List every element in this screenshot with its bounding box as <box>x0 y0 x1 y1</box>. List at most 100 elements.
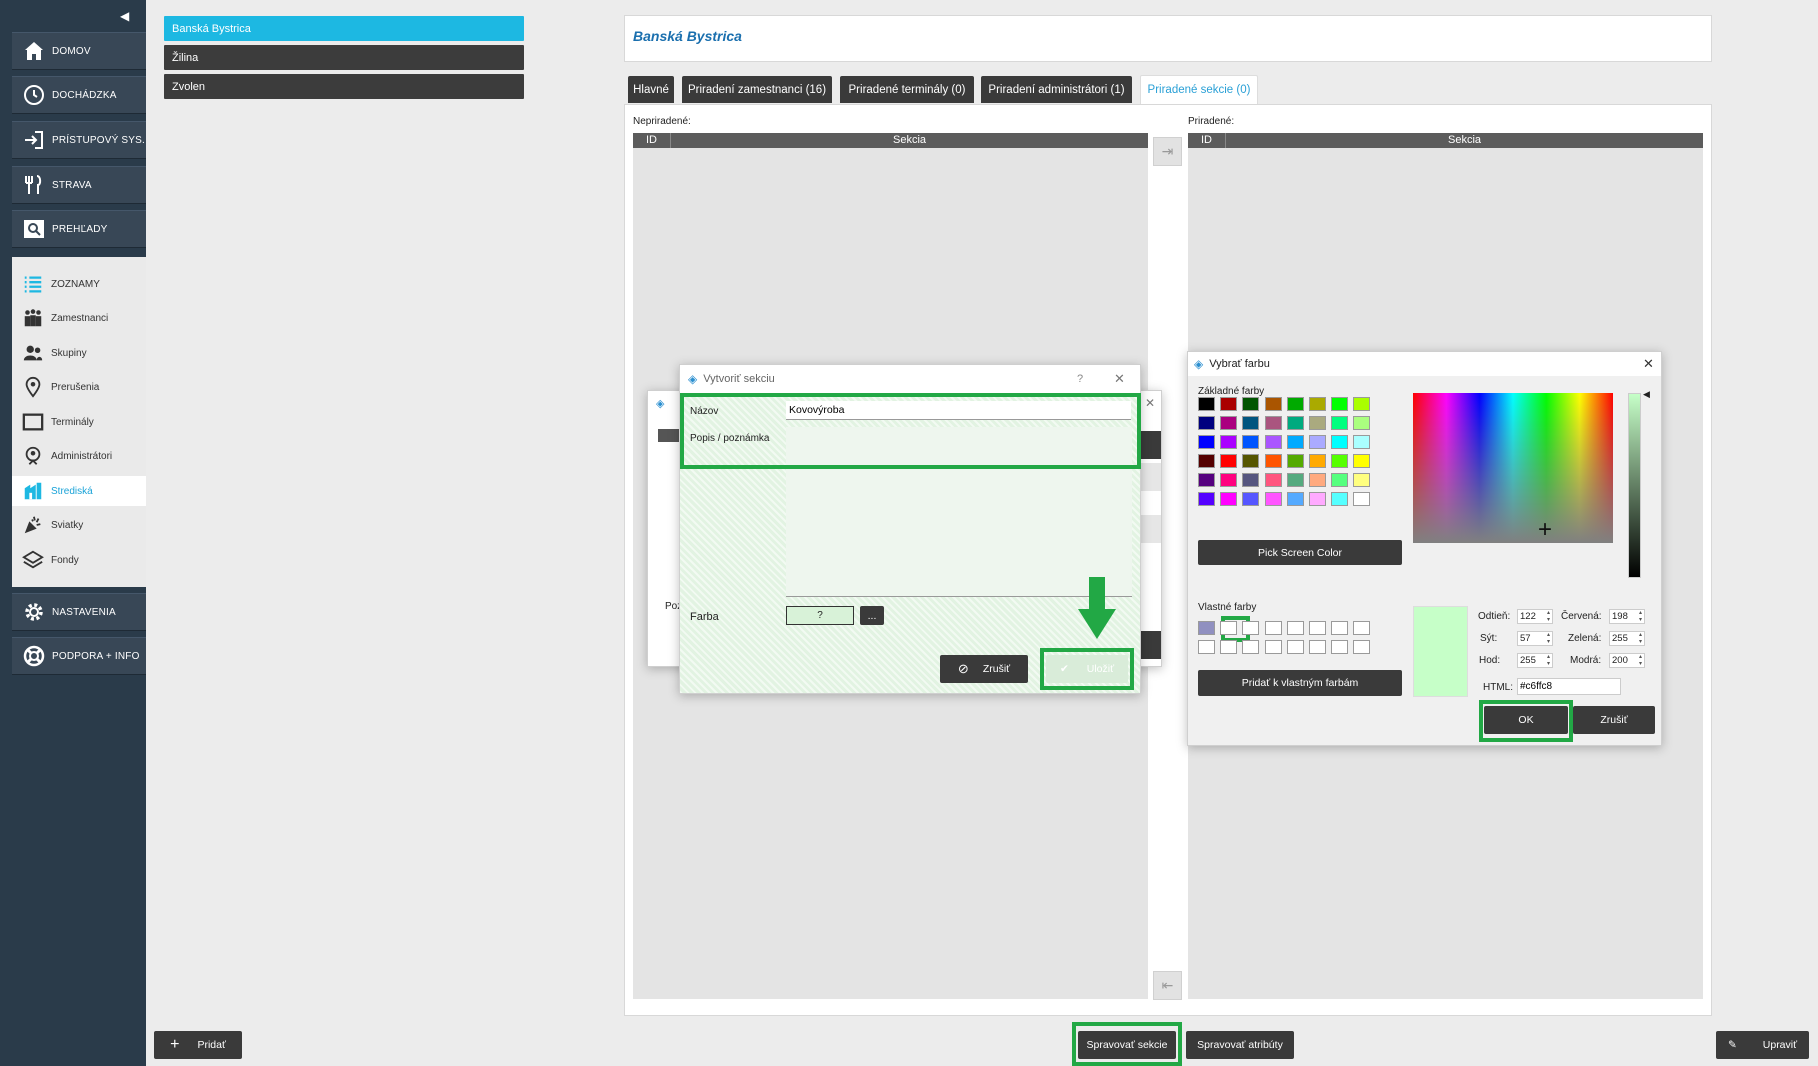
color-preview[interactable]: ? <box>786 606 854 625</box>
custom-color-swatch[interactable] <box>1331 640 1349 654</box>
custom-color-swatch[interactable] <box>1286 621 1304 635</box>
basic-color-swatch[interactable] <box>1220 492 1238 506</box>
basic-color-swatch[interactable] <box>1286 416 1304 430</box>
ok-button[interactable]: OK <box>1484 706 1568 734</box>
manage-attributes-button[interactable]: Spravovať atribúty <box>1186 1031 1294 1059</box>
edit-button[interactable]: ✎ Upraviť <box>1716 1031 1809 1059</box>
basic-color-swatch[interactable] <box>1264 473 1282 487</box>
basic-color-swatch[interactable] <box>1286 492 1304 506</box>
basic-color-swatch[interactable] <box>1198 397 1215 411</box>
add-custom-color-button[interactable]: Pridať k vlastným farbám <box>1198 670 1402 696</box>
sidebar-item-administratori[interactable]: Administrátori <box>12 441 146 471</box>
custom-color-swatch[interactable] <box>1309 640 1326 654</box>
basic-color-swatch[interactable] <box>1264 435 1282 449</box>
tab-sekcie[interactable]: Priradené sekcie (0) <box>1140 75 1258 104</box>
move-left-icon[interactable]: ⇤ <box>1153 971 1182 1000</box>
branch-item[interactable]: Zvolen <box>164 74 524 99</box>
custom-color-swatch[interactable] <box>1309 621 1326 635</box>
basic-color-swatch[interactable] <box>1286 435 1304 449</box>
basic-color-swatch[interactable] <box>1331 435 1349 449</box>
add-button[interactable]: + Pridať <box>154 1031 242 1059</box>
close-icon[interactable]: ✕ <box>1643 356 1654 372</box>
sidebar-item-zoznamy[interactable]: ZOZNAMY <box>12 269 146 299</box>
nav-podpora[interactable]: PODPORA + INFO <box>12 637 146 675</box>
close-icon[interactable]: ✕ <box>1114 371 1125 387</box>
move-right-icon[interactable]: ⇥ <box>1153 137 1182 166</box>
basic-color-swatch[interactable] <box>1286 397 1304 411</box>
basic-color-swatch[interactable] <box>1331 473 1349 487</box>
basic-color-swatch[interactable] <box>1353 435 1371 449</box>
basic-color-swatch[interactable] <box>1353 473 1371 487</box>
basic-color-swatch[interactable] <box>1242 492 1260 506</box>
branch-item[interactable]: Banská Bystrica <box>164 16 524 41</box>
custom-color-swatch[interactable] <box>1220 640 1238 654</box>
basic-color-swatch[interactable] <box>1309 416 1326 430</box>
tab-zamestnanci[interactable]: Priradení zamestnanci (16) <box>682 76 832 103</box>
basic-color-swatch[interactable] <box>1220 473 1238 487</box>
green-input[interactable]: 255 <box>1609 631 1645 646</box>
nav-nastavenia[interactable]: NASTAVENIA <box>12 593 146 631</box>
basic-color-swatch[interactable] <box>1220 416 1238 430</box>
sidebar-item-strediska[interactable]: Strediská <box>12 476 146 506</box>
basic-color-swatch[interactable] <box>1309 397 1326 411</box>
basic-color-swatch[interactable] <box>1309 435 1326 449</box>
cancel-button[interactable]: ⊘ Zrušiť <box>940 655 1028 683</box>
background-dialog-button[interactable] <box>1141 431 1161 459</box>
basic-color-swatch[interactable] <box>1309 492 1326 506</box>
custom-color-swatch[interactable] <box>1198 640 1215 654</box>
custom-color-swatch[interactable] <box>1264 640 1282 654</box>
help-icon[interactable]: ? <box>1077 373 1083 385</box>
column-section[interactable]: Sekcia <box>671 133 1148 148</box>
custom-color-swatch[interactable] <box>1198 621 1215 635</box>
basic-color-swatch[interactable] <box>1220 397 1238 411</box>
basic-color-swatch[interactable] <box>1198 416 1215 430</box>
nav-strava[interactable]: STRAVA <box>12 166 146 204</box>
basic-color-swatch[interactable] <box>1286 473 1304 487</box>
column-id[interactable]: ID <box>1188 133 1226 148</box>
sidebar-item-skupiny[interactable]: Skupiny <box>12 338 146 368</box>
basic-color-swatch[interactable] <box>1264 454 1282 468</box>
hue-input[interactable]: 122 <box>1517 609 1553 624</box>
basic-color-swatch[interactable] <box>1264 492 1282 506</box>
custom-color-swatch[interactable] <box>1220 621 1238 635</box>
html-color-input[interactable] <box>1517 678 1621 695</box>
sidebar-item-fondy[interactable]: Fondy <box>12 545 146 575</box>
blue-input[interactable]: 200 <box>1609 653 1645 668</box>
basic-color-swatch[interactable] <box>1309 473 1326 487</box>
cancel-button[interactable]: Zrušiť <box>1573 706 1655 734</box>
background-dialog-button[interactable] <box>1141 631 1161 659</box>
basic-color-swatch[interactable] <box>1242 473 1260 487</box>
basic-color-swatch[interactable] <box>1220 454 1238 468</box>
basic-color-swatch[interactable] <box>1198 454 1215 468</box>
slider-marker-icon[interactable]: ◀ <box>1643 389 1650 400</box>
color-picker-button[interactable]: ... <box>860 606 884 625</box>
sidebar-item-prerusenia[interactable]: Prerušenia <box>12 372 146 402</box>
basic-color-swatch[interactable] <box>1264 397 1282 411</box>
column-section[interactable]: Sekcia <box>1226 133 1703 148</box>
basic-color-swatch[interactable] <box>1198 492 1215 506</box>
basic-color-swatch[interactable] <box>1353 397 1371 411</box>
custom-color-swatch[interactable] <box>1242 621 1260 635</box>
save-button[interactable]: ✔ Uložiť <box>1046 655 1128 683</box>
red-input[interactable]: 198 <box>1609 609 1645 624</box>
basic-color-swatch[interactable] <box>1286 454 1304 468</box>
basic-color-swatch[interactable] <box>1242 397 1260 411</box>
background-dialog-button[interactable] <box>1141 515 1161 543</box>
tab-administratori[interactable]: Priradení administrátori (1) <box>981 76 1132 103</box>
value-input[interactable]: 255 <box>1517 653 1553 668</box>
value-slider[interactable] <box>1628 393 1641 578</box>
saturation-input[interactable]: 57 <box>1517 631 1553 646</box>
branch-item[interactable]: Žilina <box>164 45 524 70</box>
background-dialog-button[interactable] <box>1141 463 1161 491</box>
nav-prehlady[interactable]: PREHĽADY <box>12 210 146 248</box>
pick-screen-color-button[interactable]: Pick Screen Color <box>1198 540 1402 565</box>
sidebar-item-zamestnanci[interactable]: Zamestnanci <box>12 303 146 333</box>
manage-sections-button[interactable]: Spravovať sekcie <box>1078 1031 1176 1059</box>
collapse-sidebar-icon[interactable]: ◀ <box>120 9 129 23</box>
tab-hlavne[interactable]: Hlavné <box>628 76 674 103</box>
custom-color-swatch[interactable] <box>1353 640 1371 654</box>
basic-color-swatch[interactable] <box>1242 435 1260 449</box>
basic-color-swatch[interactable] <box>1264 416 1282 430</box>
basic-color-swatch[interactable] <box>1309 454 1326 468</box>
nav-dochadzka[interactable]: DOCHÁDZKA <box>12 76 146 114</box>
